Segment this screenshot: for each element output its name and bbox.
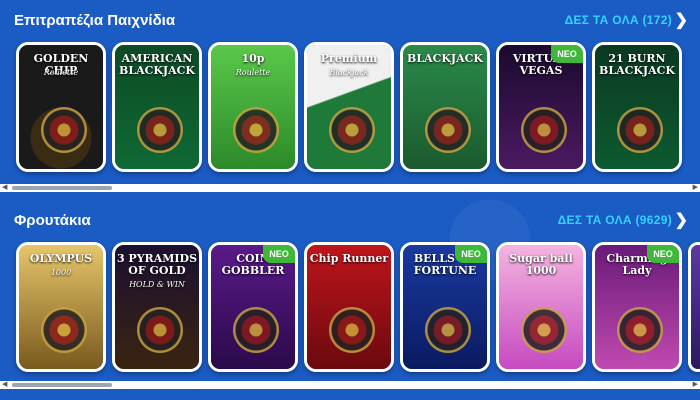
game-carousel: GOLDEN CHIP Roulette AMERICAN BLACKJACK 10p… — [0, 42, 700, 178]
scroll-left-arrow-icon[interactable]: ◀ — [2, 381, 7, 389]
game-title: BLACKJACK — [407, 52, 483, 65]
game-art-decoration — [521, 107, 567, 153]
game-card-10p-roulette[interactable]: 10p Roulette — [208, 42, 298, 172]
game-card-bells-of-fortune[interactable]: BELLS OF FORTUNE NEO — [400, 242, 490, 372]
game-thumbnail — [691, 245, 700, 369]
new-badge: NEO — [647, 245, 679, 263]
scroll-right-arrow-icon[interactable]: ▶ — [693, 184, 698, 192]
game-card-drops-wins-olympus[interactable]: OLYMPUS 1000 — [16, 242, 106, 372]
game-card-american-blackjack[interactable]: AMERICAN BLACKJACK — [112, 42, 202, 172]
new-badge: NEO — [551, 45, 583, 63]
game-card-3-pyramids-of-gold[interactable]: 3 PYRAMIDS OF GOLD HOLD & WIN — [112, 242, 202, 372]
game-art-decoration — [329, 107, 375, 153]
game-title: 10p — [241, 52, 265, 65]
game-art-decoration — [425, 107, 471, 153]
game-art-decoration — [617, 107, 663, 153]
scroll-left-arrow-icon[interactable]: ◀ — [2, 184, 7, 192]
new-badge: NEO — [263, 245, 295, 263]
game-art-decoration — [329, 307, 375, 353]
scrollbar-thumb[interactable] — [12, 186, 112, 190]
game-card-partial-card[interactable] — [688, 242, 700, 372]
game-subtitle: Blackjack — [329, 68, 369, 77]
game-title: Sugar ball 1000 — [509, 252, 573, 277]
game-subtitle: Roulette — [43, 68, 79, 77]
game-card-coin-gobbler[interactable]: COIN GOBBLER NEO — [208, 242, 298, 372]
game-art-decoration — [41, 307, 87, 353]
game-title: Chip Runner — [309, 252, 389, 265]
game-card-sugar-ball-1000[interactable]: Sugar ball 1000 — [496, 242, 586, 372]
game-card-charming-lady[interactable]: Charming Lady NEO — [592, 242, 682, 372]
carousel-scrollbar[interactable]: ◀ ▶ — [0, 184, 700, 192]
game-title: OLYMPUS — [29, 252, 93, 265]
game-art-decoration — [521, 307, 567, 353]
game-art-decoration — [41, 107, 87, 153]
chevron-right-icon[interactable]: ❯ — [675, 210, 688, 230]
game-title: 21 BURN BLACKJACK — [599, 52, 675, 77]
game-art-decoration — [233, 107, 279, 153]
game-subtitle: HOLD & WIN — [129, 280, 185, 289]
new-badge: NEO — [455, 245, 487, 263]
game-title: AMERICAN BLACKJACK — [119, 52, 195, 77]
carousel-scrollbar[interactable]: ◀ ▶ — [0, 381, 700, 389]
section-title: Φρουτάκια — [14, 212, 91, 229]
game-art-decoration — [137, 307, 183, 353]
table-games-section: Επιτραπέζια Παιχνίδια ΔΕΣ ΤΑ ΟΛΑ (172) ❯… — [0, 0, 700, 200]
see-all-link[interactable]: ΔΕΣ ΤΑ ΟΛΑ (9629) — [558, 213, 672, 227]
game-subtitle: 1000 — [50, 268, 72, 277]
game-art-decoration — [233, 307, 279, 353]
chevron-right-icon[interactable]: ❯ — [675, 10, 688, 30]
scrollbar-thumb[interactable] — [12, 383, 112, 387]
game-art-decoration — [137, 107, 183, 153]
see-all-link[interactable]: ΔΕΣ ΤΑ ΟΛΑ (172) — [565, 13, 672, 27]
game-title: 3 PYRAMIDS OF GOLD — [116, 252, 198, 277]
game-card-chip-runner[interactable]: Chip Runner — [304, 242, 394, 372]
game-card-21-burn-blackjack[interactable]: 21 BURN BLACKJACK — [592, 42, 682, 172]
scroll-right-arrow-icon[interactable]: ▶ — [693, 381, 698, 389]
game-card-virtual-vegas-roulette[interactable]: VIRTUAL VEGAS NEO — [496, 42, 586, 172]
section-title: Επιτραπέζια Παιχνίδια — [14, 12, 176, 29]
game-title: Premium — [320, 52, 378, 65]
game-art-decoration — [617, 307, 663, 353]
slots-section: Φρουτάκια ΔΕΣ ΤΑ ΟΛΑ (9629) ❯ OLYMPUS 100… — [0, 200, 700, 400]
game-subtitle: Roulette — [235, 68, 271, 77]
game-art-decoration — [425, 307, 471, 353]
game-card-premium-blackjack[interactable]: Premium Blackjack — [304, 42, 394, 172]
game-card-blackjack[interactable]: BLACKJACK — [400, 42, 490, 172]
game-carousel: OLYMPUS 1000 3 PYRAMIDS OF GOLD HOLD & WIN C… — [0, 242, 700, 378]
game-card-golden-chip-roulette[interactable]: GOLDEN CHIP Roulette — [16, 42, 106, 172]
